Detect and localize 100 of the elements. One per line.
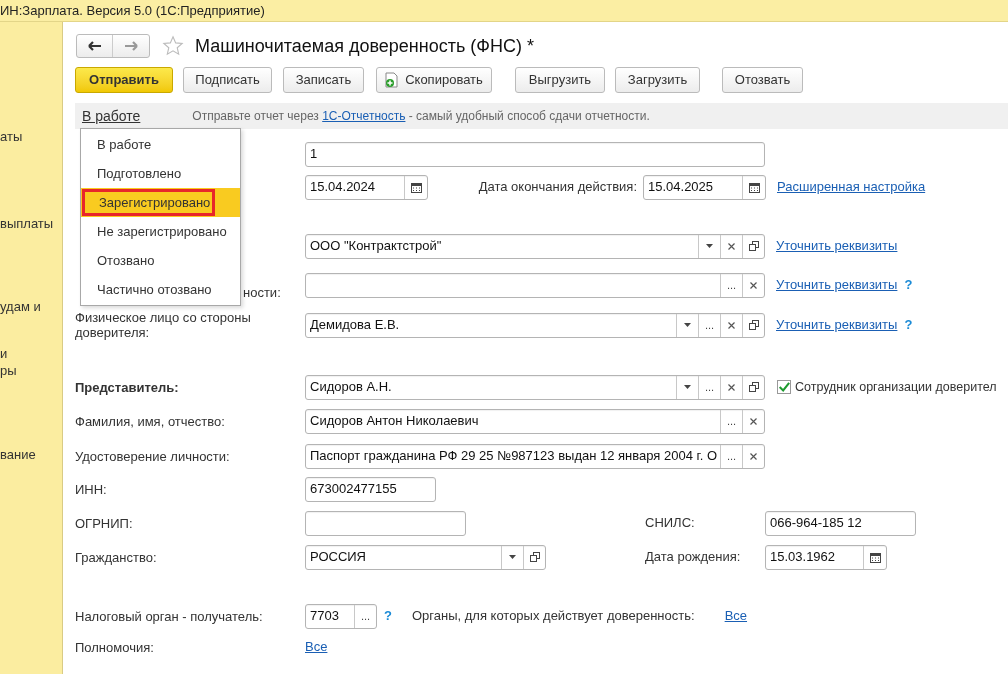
- help-mark[interactable]: ?: [904, 275, 913, 295]
- calendar-icon: [869, 551, 881, 563]
- field-label: Органы, для которых действует доверенность:: [411, 607, 695, 626]
- status-link[interactable]: В работе: [82, 105, 141, 127]
- link[interactable]: Все: [305, 637, 328, 657]
- field-label: ОГРНИП:: [75, 515, 133, 531]
- date-field[interactable]: 15.04.2025: [643, 174, 766, 200]
- link[interactable]: Уточнить реквизиты: [776, 275, 898, 295]
- clear-icon: [750, 281, 757, 289]
- toolbar-button[interactable]: Отозвать: [722, 67, 803, 93]
- help-mark[interactable]: ?: [384, 606, 392, 626]
- field-value: 066-964-185 12: [770, 514, 862, 533]
- copy-button[interactable]: Скопировать: [376, 67, 492, 93]
- field-value: 15.04.2025: [648, 178, 714, 197]
- date-field[interactable]: 15.03.1962: [765, 544, 887, 570]
- dropdown-arrow-icon: [684, 323, 691, 327]
- field-value: 1: [310, 145, 318, 164]
- link[interactable]: Расширенная настройка: [777, 177, 926, 197]
- date-field[interactable]: 15.04.2024: [305, 174, 428, 200]
- field-value: Паспорт гражданина РФ 29 25 №987123 выдан 12 января 2004 г. О: [310, 447, 718, 466]
- select-button[interactable]: ...: [720, 444, 742, 468]
- select-button[interactable]: ...: [354, 604, 376, 628]
- checkbox[interactable]: [777, 380, 791, 394]
- field-value: Сидоров Антон Николаевич: [310, 412, 479, 431]
- field-label: Фамилия, имя, отчество:: [75, 413, 225, 429]
- dropdown-arrow-icon: [684, 385, 691, 389]
- input-field[interactable]: 066-964-185 12: [765, 510, 916, 536]
- open-window-icon: [748, 320, 759, 330]
- forward-arrow-icon: [124, 41, 138, 51]
- clear-icon: [728, 321, 735, 329]
- select-button[interactable]: ...: [720, 273, 742, 297]
- field-value: 673002477155: [310, 480, 397, 499]
- input-field[interactable]: ООО "Контрактстрой": [305, 233, 765, 259]
- field-value: Сидоров А.Н.: [310, 378, 392, 397]
- link[interactable]: Уточнить реквизиты: [776, 236, 898, 256]
- toolbar-button[interactable]: Выгрузить: [515, 67, 605, 93]
- input-field[interactable]: РОССИЯ: [305, 544, 546, 570]
- field-label: ИНН:: [75, 481, 107, 497]
- toolbar-button[interactable]: Загрузить: [615, 67, 700, 93]
- field-label: Физическое лицо со стороны: [75, 310, 251, 325]
- field-value: 15.03.1962: [770, 548, 836, 567]
- menu-item[interactable]: Зарегистрировано: [81, 188, 240, 217]
- calendar-icon: [410, 181, 422, 193]
- clear-icon: [728, 242, 735, 250]
- select-button[interactable]: ...: [720, 409, 742, 433]
- input-field[interactable]: Сидоров Антон Николаевич ...: [305, 408, 765, 434]
- navigation-buttons[interactable]: [76, 34, 150, 58]
- field-label: ности:: [243, 284, 282, 300]
- field-value: ООО "Контрактстрой": [310, 237, 442, 256]
- status-hint: Отправьте отчет через 1С-Отчетность - самый удобный способ сдачи отчетности.: [192, 108, 650, 125]
- field-label: Налоговый орган - получатель:: [75, 608, 263, 624]
- open-window-icon: [529, 552, 540, 562]
- menu-item[interactable]: В работе: [81, 130, 240, 159]
- menu-item[interactable]: Частично отозвано: [81, 275, 240, 304]
- menu-item[interactable]: Не зарегистрировано: [81, 217, 240, 246]
- toolbar-button[interactable]: Записать: [283, 67, 364, 93]
- document-plus-icon: [385, 72, 400, 88]
- input-field[interactable]: 1: [305, 141, 765, 167]
- field-label: Полномочия:: [75, 639, 154, 655]
- sidebar-item[interactable]: и ры: [0, 345, 62, 379]
- field-label: СНИЛС:: [645, 514, 696, 533]
- input-field[interactable]: Сидоров А.Н. ...: [305, 374, 765, 400]
- select-button[interactable]: ...: [698, 313, 720, 337]
- sidebar-item[interactable]: аты: [0, 128, 62, 145]
- sidebar-item[interactable]: выплаты: [0, 215, 62, 232]
- toolbar-button[interactable]: Отправить: [75, 67, 173, 93]
- calendar-icon: [748, 181, 760, 193]
- field-label: Удостоверение личности:: [75, 448, 230, 464]
- favorite-star-icon[interactable]: [161, 34, 185, 58]
- help-mark[interactable]: ?: [904, 315, 913, 335]
- input-field[interactable]: 7703 ...: [305, 603, 377, 629]
- input-field[interactable]: Демидова Е.В. ...: [305, 312, 765, 338]
- input-field[interactable]: [305, 510, 466, 536]
- back-arrow-icon: [87, 41, 102, 51]
- window-title: ИН:Зарплата. Версия 5.0 (1С:Предприятие): [0, 1, 265, 20]
- field-label: доверителя:: [75, 325, 150, 340]
- input-field[interactable]: Паспорт гражданина РФ 29 25 №987123 выдан 12 января 2004 г. О ...: [305, 443, 765, 469]
- toolbar-button[interactable]: Подписать: [183, 67, 272, 93]
- select-button[interactable]: ...: [698, 375, 720, 399]
- field-value: Демидова Е.В.: [310, 316, 400, 335]
- input-field[interactable]: 673002477155: [305, 476, 436, 502]
- form-title: Машиночитаемая доверенность (ФНС) *: [195, 34, 534, 58]
- reporting-link[interactable]: 1С-Отчетность: [322, 109, 406, 123]
- menu-item[interactable]: Подготовлено: [81, 159, 240, 188]
- field-value: 7703: [310, 607, 339, 626]
- field-value: РОССИЯ: [310, 548, 366, 567]
- dropdown-arrow-icon: [509, 555, 516, 559]
- field-label: Представитель:: [75, 379, 179, 395]
- open-window-icon: [748, 382, 759, 392]
- clear-icon: [728, 383, 735, 391]
- clear-icon: [750, 417, 757, 425]
- menu-item[interactable]: Отозвано: [81, 246, 240, 275]
- open-window-icon: [748, 241, 759, 251]
- link[interactable]: Все: [724, 606, 748, 626]
- clear-icon: [750, 452, 757, 460]
- sidebar-item[interactable]: вание: [0, 446, 62, 463]
- sidebar-item[interactable]: удам и: [0, 298, 62, 315]
- link[interactable]: Уточнить реквизиты: [776, 315, 898, 335]
- checkbox-label: Сотрудник организации доверител: [795, 378, 997, 396]
- input-field[interactable]: ...: [305, 272, 765, 298]
